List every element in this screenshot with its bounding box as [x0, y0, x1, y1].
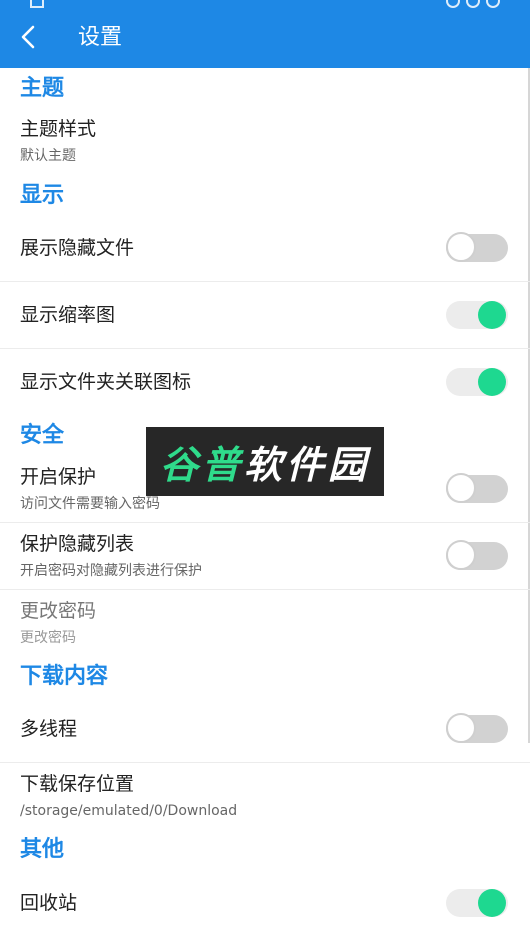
setting-folder-icons[interactable]: 显示文件夹关联图标 [0, 349, 530, 415]
setting-show-thumbnails[interactable]: 显示缩率图 [0, 282, 530, 348]
page-title: 设置 [78, 25, 123, 50]
setting-show-hidden-files[interactable]: 展示隐藏文件 [0, 214, 530, 280]
back-button[interactable] [14, 22, 44, 52]
setting-title: 回收站 [20, 892, 78, 914]
thumbnails-toggle[interactable] [446, 299, 508, 331]
watermark-text-white: 软件园 [244, 443, 371, 487]
setting-title: 保护隐藏列表 [20, 533, 135, 555]
show-hidden-toggle[interactable] [446, 232, 508, 264]
folder-icons-toggle[interactable] [446, 366, 508, 398]
alarm-icon [446, 0, 460, 8]
section-header-security: 安全 [20, 423, 65, 448]
setting-protect-hidden-list[interactable]: 保护隐藏列表 开启密码对隐藏列表进行保护 [0, 523, 530, 589]
notification-icon [30, 0, 44, 8]
section-header-theme: 主题 [20, 76, 65, 101]
settings-list[interactable]: 主题 主题样式 默认主题 显示 展示隐藏文件 显示缩率图 显示文件夹关联图标 安… [0, 68, 530, 925]
watermark-text-green: 谷普 [159, 443, 244, 487]
setting-title: 更改密码 [20, 600, 97, 622]
multithread-toggle[interactable] [446, 713, 508, 745]
chevron-left-icon [21, 25, 35, 49]
setting-title: 开启保护 [20, 466, 97, 488]
setting-recycle-bin[interactable]: 回收站 [0, 869, 530, 935]
setting-change-password[interactable]: 更改密码 更改密码 [0, 590, 530, 656]
section-header-download: 下载内容 [20, 664, 109, 689]
setting-title: 多线程 [20, 718, 78, 740]
battery-icon [486, 0, 500, 8]
setting-download-location[interactable]: 下载保存位置 /storage/emulated/0/Download [0, 763, 530, 829]
setting-subtitle: 访问文件需要输入密码 [20, 496, 160, 512]
setting-title: 主题样式 [20, 118, 97, 140]
setting-multithread[interactable]: 多线程 [0, 695, 530, 761]
watermark-logo: 谷普 软件园 [146, 427, 384, 496]
app-bar: 设置 [0, 0, 530, 68]
setting-subtitle: 开启密码对隐藏列表进行保护 [20, 563, 202, 579]
signal-icon [466, 0, 480, 8]
section-header-other: 其他 [20, 837, 65, 862]
section-header-display: 显示 [20, 183, 65, 208]
setting-subtitle: 默认主题 [20, 148, 76, 164]
setting-title: 显示缩率图 [20, 304, 116, 326]
recycle-bin-toggle[interactable] [446, 887, 508, 919]
setting-title: 显示文件夹关联图标 [20, 371, 192, 393]
setting-subtitle: /storage/emulated/0/Download [20, 803, 238, 819]
protection-toggle[interactable] [446, 473, 508, 505]
setting-title: 下载保存位置 [20, 773, 135, 795]
hidden-list-toggle[interactable] [446, 540, 508, 572]
setting-title: 展示隐藏文件 [20, 237, 135, 259]
status-bar [0, 0, 530, 8]
setting-theme-style[interactable]: 主题样式 默认主题 [0, 114, 530, 170]
setting-subtitle: 更改密码 [20, 630, 76, 646]
